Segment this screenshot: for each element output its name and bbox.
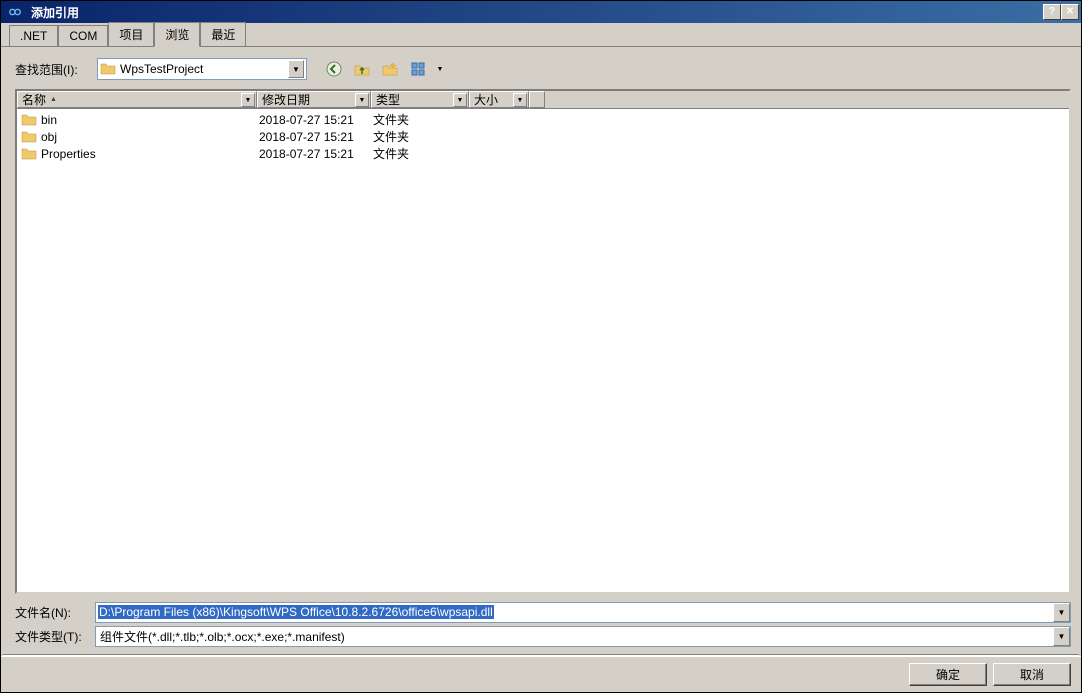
col-name-filter-icon[interactable]: ▼ [241, 93, 255, 107]
list-item[interactable]: bin 2018-07-27 15:21 文件夹 [17, 111, 1069, 128]
lookin-combo[interactable]: WpsTestProject ▼ [97, 58, 307, 80]
folder-icon [21, 129, 37, 145]
filetype-dropdown-icon[interactable]: ▼ [1053, 627, 1070, 646]
filetype-row: 文件类型(T): 组件文件(*.dll;*.tlb;*.olb;*.ocx;*.… [15, 624, 1071, 648]
filename-label: 文件名(N): [15, 604, 95, 621]
filename-value: D:\Program Files (x86)\Kingsoft\WPS Offi… [98, 605, 494, 619]
item-date: 2018-07-27 15:21 [259, 147, 373, 161]
filetype-combo[interactable]: 组件文件(*.dll;*.tlb;*.olb;*.ocx;*.exe;*.man… [95, 626, 1071, 647]
ok-button[interactable]: 确定 [909, 663, 987, 686]
tab-com[interactable]: COM [58, 25, 108, 46]
list-item[interactable]: Properties 2018-07-27 15:21 文件夹 [17, 145, 1069, 162]
col-size-label: 大小 [474, 91, 498, 108]
item-date: 2018-07-27 15:21 [259, 130, 373, 144]
list-item[interactable]: obj 2018-07-27 15:21 文件夹 [17, 128, 1069, 145]
filetype-label: 文件类型(T): [15, 628, 95, 645]
col-size[interactable]: 大小 ▼ [469, 91, 529, 108]
lookin-row: 查找范围(I): WpsTestProject ▼ [15, 55, 1071, 83]
filename-row: 文件名(N): D:\Program Files (x86)\Kingsoft\… [15, 600, 1071, 624]
col-date-label: 修改日期 [262, 91, 310, 108]
views-button[interactable] [407, 58, 429, 80]
folder-icon [100, 61, 116, 77]
col-extra[interactable] [529, 91, 545, 108]
sort-asc-icon: ▲ [50, 96, 57, 103]
close-button[interactable]: ✕ [1061, 4, 1079, 20]
item-type: 文件夹 [373, 111, 471, 128]
item-type: 文件夹 [373, 145, 471, 162]
window-title: 添加引用 [27, 4, 1043, 21]
titlebar: 添加引用 ? ✕ [1, 1, 1081, 23]
item-name: bin [41, 113, 259, 127]
titlebar-buttons: ? ✕ [1043, 4, 1079, 20]
up-button[interactable] [351, 58, 373, 80]
col-type[interactable]: 类型 ▼ [371, 91, 469, 108]
col-size-filter-icon[interactable]: ▼ [513, 93, 527, 107]
item-date: 2018-07-27 15:21 [259, 113, 373, 127]
help-button[interactable]: ? [1043, 4, 1061, 20]
tab-strip: .NET COM 项目 浏览 最近 [1, 23, 1081, 47]
filename-input[interactable]: D:\Program Files (x86)\Kingsoft\WPS Offi… [95, 602, 1071, 623]
lookin-dropdown-icon[interactable]: ▼ [288, 60, 304, 78]
col-date[interactable]: 修改日期 ▼ [257, 91, 371, 108]
item-name: Properties [41, 147, 259, 161]
filetype-value: 组件文件(*.dll;*.tlb;*.olb;*.ocx;*.exe;*.man… [96, 628, 1053, 645]
item-name: obj [41, 130, 259, 144]
app-icon [7, 4, 23, 20]
file-list-header: 名称 ▲ ▼ 修改日期 ▼ 类型 ▼ 大小 ▼ [17, 91, 1069, 109]
add-reference-dialog: 添加引用 ? ✕ .NET COM 项目 浏览 最近 查找范围(I): WpsT… [0, 0, 1082, 693]
lookin-text: WpsTestProject [120, 62, 288, 76]
lookin-label: 查找范围(I): [15, 61, 91, 78]
nav-toolbar: ▼ [323, 58, 445, 80]
bottom-fields: 文件名(N): D:\Program Files (x86)\Kingsoft\… [15, 600, 1071, 648]
col-type-label: 类型 [376, 91, 400, 108]
filename-dropdown-icon[interactable]: ▼ [1053, 603, 1070, 622]
tab-recent[interactable]: 最近 [200, 22, 246, 46]
col-name-label: 名称 [22, 91, 46, 108]
browse-panel: 查找范围(I): WpsTestProject ▼ [1, 47, 1081, 654]
file-list: 名称 ▲ ▼ 修改日期 ▼ 类型 ▼ 大小 ▼ [15, 89, 1071, 594]
back-button[interactable] [323, 58, 345, 80]
new-folder-button[interactable] [379, 58, 401, 80]
views-dropdown[interactable]: ▼ [435, 58, 445, 80]
item-type: 文件夹 [373, 128, 471, 145]
col-name[interactable]: 名称 ▲ ▼ [17, 91, 257, 108]
file-list-body[interactable]: bin 2018-07-27 15:21 文件夹 obj 2018-07-27 … [17, 109, 1069, 592]
cancel-button[interactable]: 取消 [993, 663, 1071, 686]
folder-icon [21, 146, 37, 162]
tab-dotnet[interactable]: .NET [9, 25, 58, 46]
col-type-filter-icon[interactable]: ▼ [453, 93, 467, 107]
dialog-button-bar: 确定 取消 [1, 656, 1081, 692]
tab-browse[interactable]: 浏览 [154, 22, 200, 47]
col-date-filter-icon[interactable]: ▼ [355, 93, 369, 107]
tab-project[interactable]: 项目 [108, 22, 154, 46]
folder-icon [21, 112, 37, 128]
